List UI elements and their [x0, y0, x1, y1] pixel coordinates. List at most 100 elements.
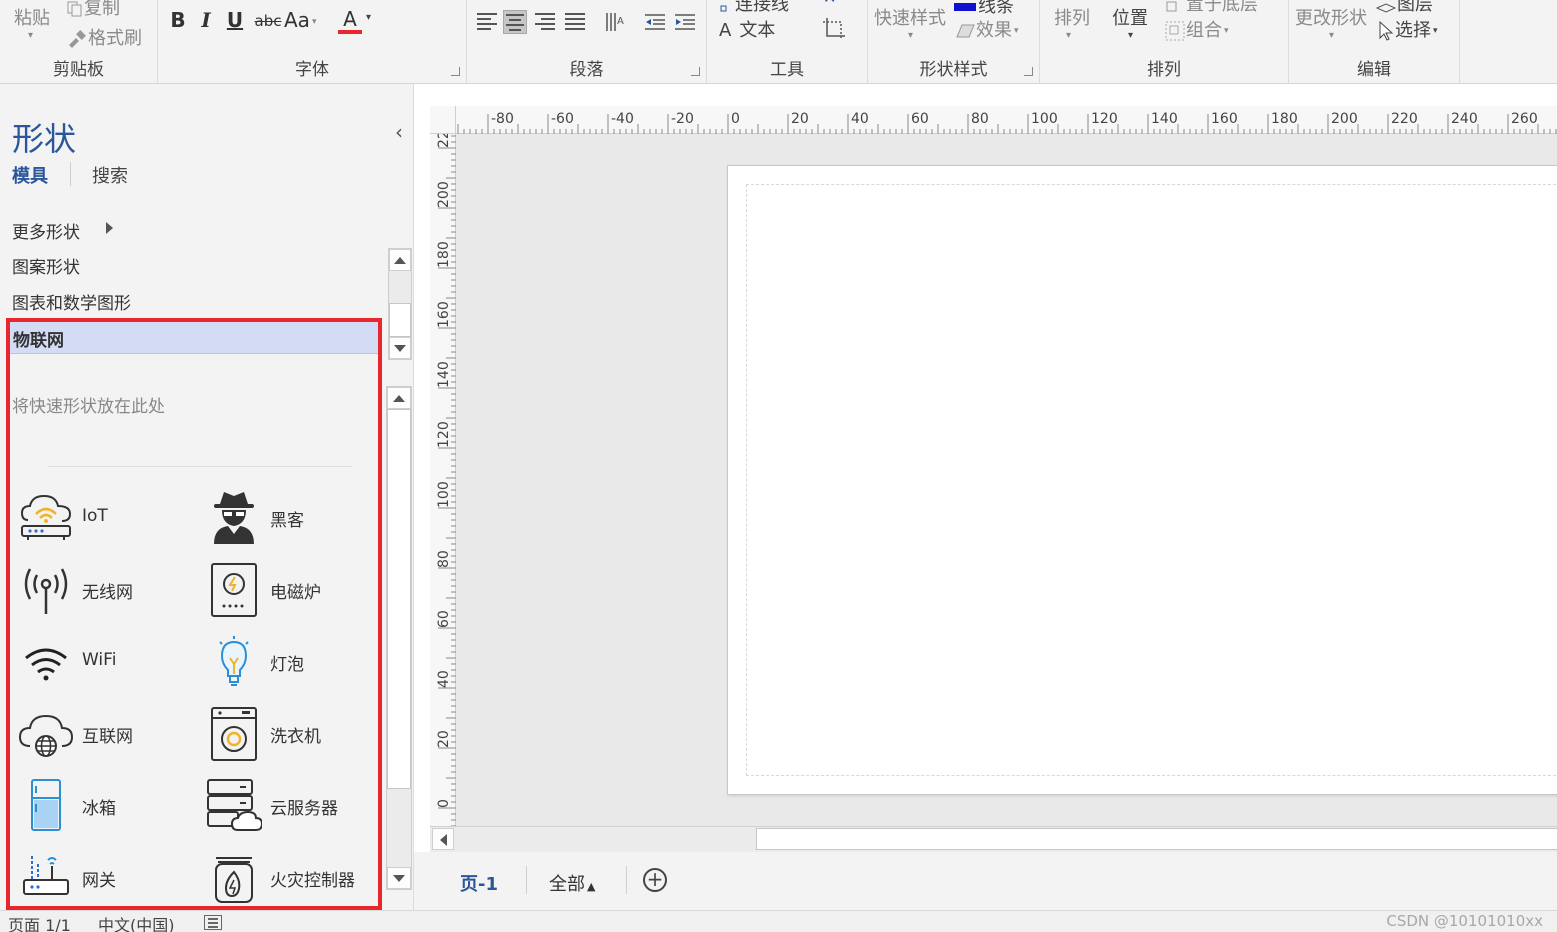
cloud-globe-icon: [18, 714, 74, 757]
underline-button[interactable]: U: [224, 8, 246, 36]
decrease-indent-icon[interactable]: [643, 10, 667, 34]
copy-button[interactable]: 复制: [66, 0, 120, 20]
category-scroll-thumb[interactable]: [389, 303, 411, 337]
hacker-icon: [214, 492, 254, 544]
change-shape-button[interactable]: 更改形状: [1295, 4, 1367, 30]
align-caret-icon[interactable]: ▾: [1066, 30, 1071, 41]
status-page-indicator[interactable]: 页面 1/1: [8, 912, 71, 932]
scroll-up-icon: [393, 395, 405, 402]
shape-cloud-server[interactable]: 云服务器: [206, 778, 386, 838]
add-page-button[interactable]: +: [643, 868, 667, 892]
macro-record-icon[interactable]: [204, 915, 222, 930]
stencil-scroll-down-button[interactable]: [387, 867, 411, 889]
send-back-button[interactable]: 置于底层: [1164, 0, 1258, 16]
increase-indent-icon[interactable]: [673, 10, 697, 34]
align-right-icon[interactable]: [533, 10, 557, 34]
horizontal-scroll-thumb[interactable]: [756, 828, 1557, 850]
ruler-label: 80: [971, 111, 989, 127]
stencil-scrollbar[interactable]: [386, 386, 412, 890]
effects-button[interactable]: 效果 ▾: [954, 16, 1019, 42]
send-back-label: 置于底层: [1186, 0, 1258, 15]
shape-induction-cooker[interactable]: 电磁炉: [206, 562, 386, 622]
fire-controller-icon: [215, 857, 253, 903]
drawing-page[interactable]: [727, 165, 1557, 795]
paintbrush-icon: [69, 30, 86, 48]
horizontal-scrollbar[interactable]: [430, 826, 1557, 852]
shape-wireless[interactable]: 无线网: [18, 562, 198, 622]
align-center-icon[interactable]: [503, 10, 527, 34]
category-charts-math[interactable]: 图表和数学图形: [12, 289, 131, 314]
tab-all-pages[interactable]: 全部 ▲: [549, 870, 595, 896]
change-shape-caret-icon[interactable]: ▾: [1329, 30, 1334, 41]
tab-page-1[interactable]: 页-1: [460, 870, 498, 896]
align-left-icon[interactable]: [475, 10, 499, 34]
ruler-label: 180: [1271, 111, 1298, 127]
drawing-canvas[interactable]: [456, 134, 1557, 826]
tab-search[interactable]: 搜索: [92, 162, 128, 188]
collapse-panel-chevron-icon[interactable]: ‹: [395, 120, 403, 144]
crop-tool-button[interactable]: [821, 16, 847, 47]
shape-fridge[interactable]: 冰箱: [18, 778, 198, 838]
more-shapes-arrow-icon[interactable]: [106, 222, 113, 234]
text-tool-label: 文本: [739, 20, 776, 41]
text-tool-button[interactable]: A 文本: [719, 16, 775, 42]
scroll-down-icon: [394, 345, 406, 352]
strikethrough-button[interactable]: abc: [254, 12, 282, 40]
ruler-label: 220: [1391, 111, 1418, 127]
align-button[interactable]: 排列: [1054, 4, 1090, 30]
panel-title: 形状: [12, 120, 77, 158]
font-color-button[interactable]: A: [338, 8, 362, 34]
italic-button[interactable]: I: [196, 8, 216, 36]
font-color-caret-icon[interactable]: ▾: [366, 12, 371, 23]
shape-fire-controller[interactable]: 火灾控制器: [206, 850, 386, 910]
shape-gateway[interactable]: 网关: [18, 850, 198, 910]
position-caret-icon[interactable]: ▾: [1128, 30, 1133, 41]
quick-styles-caret-icon[interactable]: ▾: [908, 30, 913, 41]
group-icon: [1165, 21, 1185, 41]
paste-button[interactable]: 粘贴: [14, 4, 50, 30]
format-painter-button[interactable]: 格式刷: [66, 24, 142, 50]
shape-iot[interactable]: IoT: [18, 490, 198, 550]
category-pattern-shapes[interactable]: 图案形状: [12, 253, 80, 278]
text-direction-icon[interactable]: A: [603, 10, 627, 34]
status-language[interactable]: 中文(中国): [98, 912, 175, 932]
shape-internet[interactable]: 互联网: [18, 706, 198, 766]
ribbon: 粘贴 ▾ 复制 格式刷 剪贴板 B I U abc Aa▾ A ▾ 字体 A: [0, 0, 1557, 84]
select-button[interactable]: 选择 ▾: [1377, 16, 1438, 42]
font-size-button[interactable]: Aa ▾: [284, 8, 316, 36]
stencil-scroll-up-button[interactable]: [387, 387, 411, 409]
stencil-scroll-thumb[interactable]: [387, 409, 411, 789]
justify-icon[interactable]: [563, 10, 587, 34]
category-more-shapes[interactable]: 更多形状: [12, 218, 80, 243]
shape-hacker[interactable]: 黑客: [206, 490, 386, 550]
paste-caret-icon[interactable]: ▾: [28, 30, 33, 41]
tools-group: 连接线 A 文本 ✕ 工具: [707, 0, 868, 83]
category-scroll-down-button[interactable]: [389, 337, 411, 359]
tab-separator: [626, 866, 627, 894]
category-scroll-up-button[interactable]: [389, 249, 411, 271]
position-button[interactable]: 位置: [1112, 4, 1148, 30]
close-tool-icon[interactable]: ✕: [823, 0, 836, 7]
active-stencil-header[interactable]: 物联网: [8, 320, 378, 354]
bold-button[interactable]: B: [168, 8, 188, 36]
format-painter-label: 格式刷: [88, 28, 142, 49]
group-button[interactable]: 组合 ▾: [1164, 16, 1229, 42]
shape-label: 云服务器: [270, 799, 338, 819]
shape-bulb[interactable]: 灯泡: [206, 634, 386, 694]
category-scrollbar[interactable]: [388, 248, 412, 360]
scroll-left-button[interactable]: [432, 828, 454, 850]
cloud-router-icon: [20, 494, 72, 540]
washing-machine-icon: [211, 707, 257, 761]
shape-label: 黑客: [270, 511, 304, 531]
bulb-icon: [219, 636, 249, 686]
connector-button[interactable]: 连接线: [719, 0, 789, 16]
quick-styles-button[interactable]: 快速样式: [874, 4, 946, 30]
layers-button[interactable]: 图层: [1375, 0, 1433, 16]
shape-washing-machine[interactable]: 洗衣机: [206, 706, 386, 766]
tab-stencils[interactable]: 模具: [12, 162, 48, 188]
shape-label: 冰箱: [82, 799, 116, 819]
crop-icon: [823, 18, 845, 40]
horizontal-ruler: -80 -60 -40 -20 0 20 40 60 80 100 120 140 160 180 200 2…: [430, 106, 1557, 134]
induction-cooker-icon: [211, 563, 257, 617]
shape-wifi[interactable]: WiFi: [18, 634, 198, 694]
